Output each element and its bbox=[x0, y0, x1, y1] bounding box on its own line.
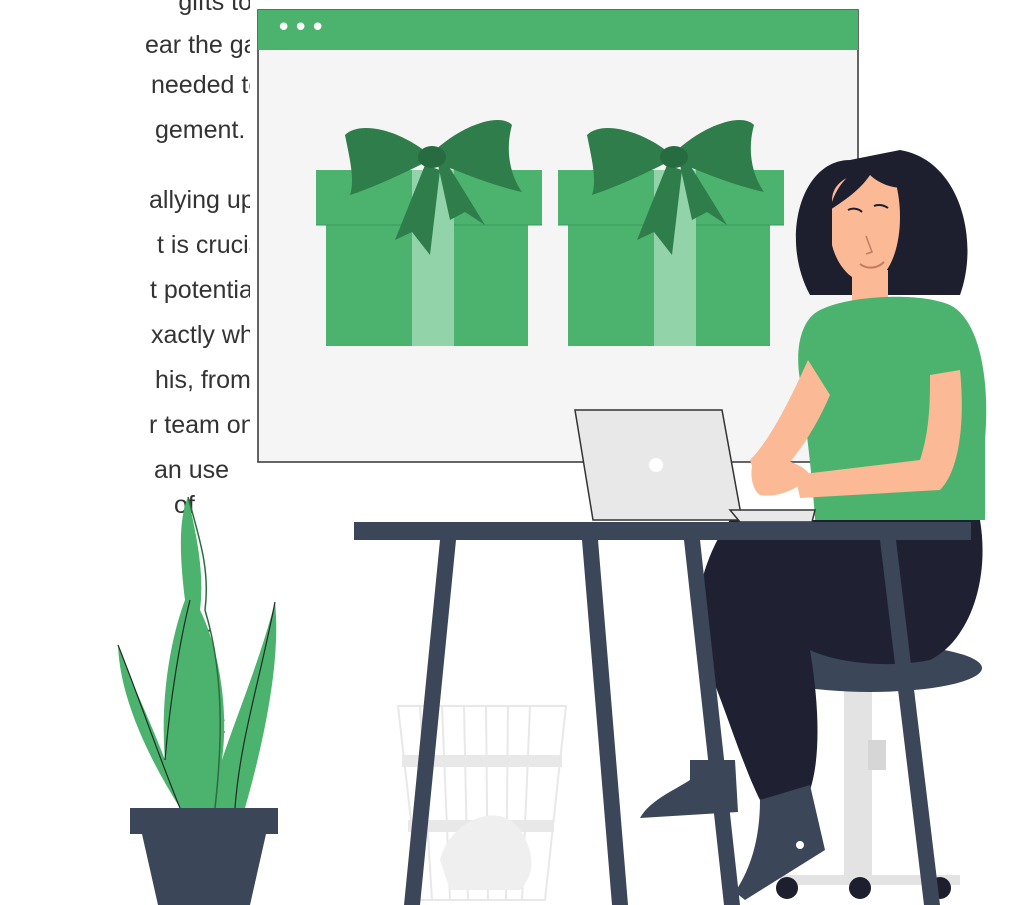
browser-titlebar bbox=[258, 10, 858, 50]
pot-rim bbox=[130, 808, 278, 834]
window-dot: • bbox=[293, 13, 308, 43]
pot bbox=[142, 834, 266, 905]
plant bbox=[117, 496, 278, 905]
window-dot: • bbox=[310, 13, 325, 43]
window-dot: • bbox=[276, 13, 291, 43]
gift-box-icon bbox=[558, 119, 784, 346]
gift-box-icon bbox=[316, 119, 542, 346]
illustration: • • • bbox=[117, 9, 987, 905]
